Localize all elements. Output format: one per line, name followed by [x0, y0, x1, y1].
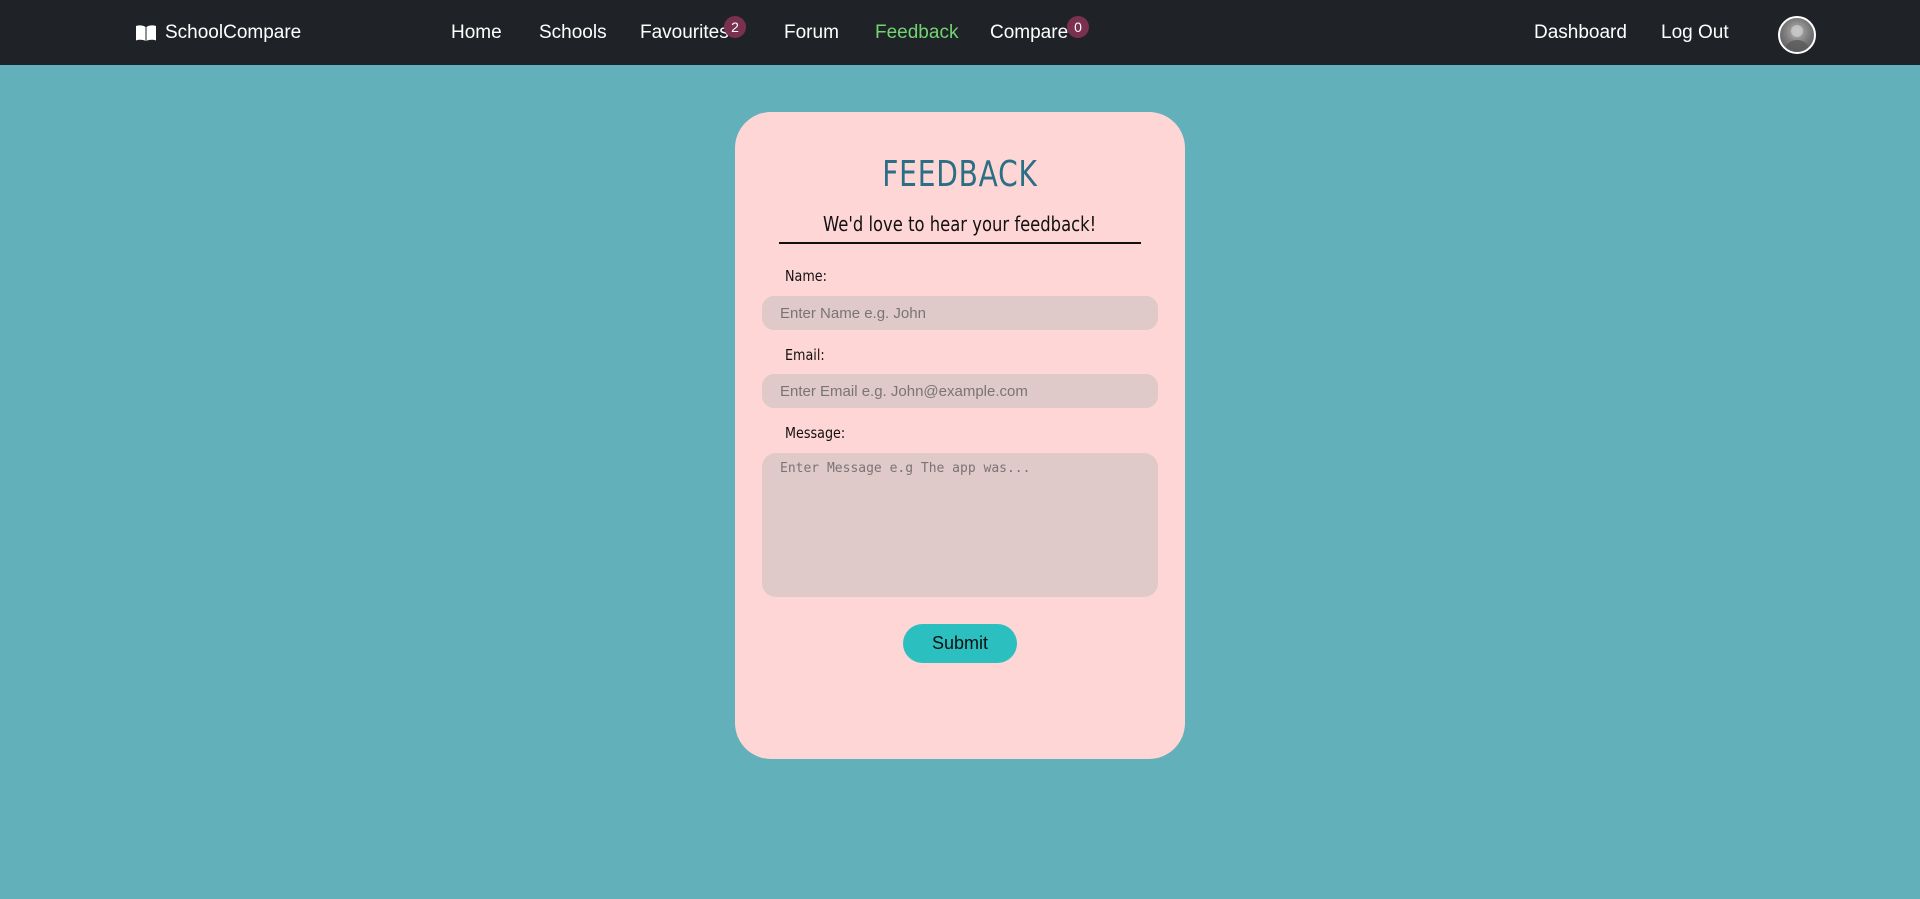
page-subtitle: We'd love to hear your feedback!: [779, 212, 1141, 244]
subtitle-text: We'd love to hear your feedback!: [823, 212, 1097, 236]
nav-favourites[interactable]: Favourites: [640, 0, 729, 65]
submit-button[interactable]: Submit: [903, 624, 1017, 663]
page-title: FEEDBACK: [882, 154, 1038, 195]
user-avatar[interactable]: [1778, 16, 1816, 54]
name-label-text: Name:: [785, 267, 827, 285]
top-navbar: SchoolCompare Home Schools Favourites 2 …: [0, 0, 1920, 65]
nav-logout[interactable]: Log Out: [1661, 0, 1729, 65]
email-label: Email:: [785, 346, 832, 364]
name-label: Name:: [785, 267, 834, 285]
nav-dashboard[interactable]: Dashboard: [1534, 0, 1627, 65]
message-textarea[interactable]: [762, 453, 1158, 597]
message-label: Message:: [785, 424, 856, 442]
message-label-text: Message:: [785, 424, 846, 442]
brand-link[interactable]: SchoolCompare: [135, 0, 301, 65]
avatar-image: [1786, 25, 1808, 52]
nav-home[interactable]: Home: [451, 0, 502, 65]
nav-forum[interactable]: Forum: [784, 0, 839, 65]
feedback-card: FEEDBACK We'd love to hear your feedback…: [735, 112, 1185, 759]
brand-name: SchoolCompare: [165, 21, 302, 43]
nav-compare[interactable]: Compare: [990, 0, 1068, 65]
name-input[interactable]: [762, 296, 1158, 330]
compare-count-badge: 0: [1067, 16, 1089, 38]
email-input[interactable]: [762, 374, 1158, 408]
book-open-icon: [136, 24, 156, 41]
nav-schools[interactable]: Schools: [539, 0, 607, 65]
nav-feedback[interactable]: Feedback: [875, 0, 958, 65]
email-label-text: Email:: [785, 346, 825, 364]
favourites-count-badge: 2: [724, 16, 746, 38]
